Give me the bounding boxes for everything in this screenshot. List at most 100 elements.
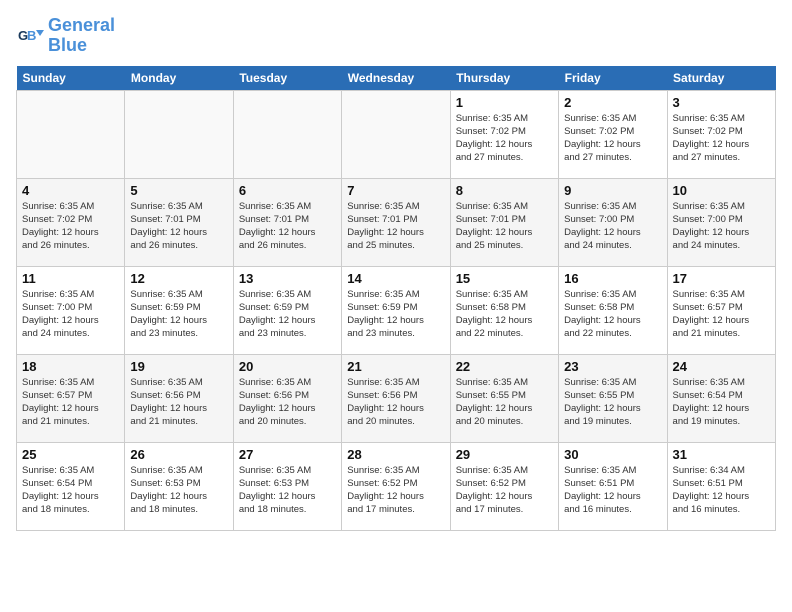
calendar-cell: 6Sunrise: 6:35 AM Sunset: 7:01 PM Daylig…	[233, 178, 341, 266]
calendar-cell: 11 Sunrise: 6:35 AM Sunset: 7:00 PM Dayli…	[17, 266, 125, 354]
day-number: 23	[564, 359, 661, 374]
calendar-cell: 7 Sunrise: 6:35 AM Sunset: 7:01 PM Daylig…	[342, 178, 450, 266]
calendar-cell: 26 Sunrise: 6:35 AM Sunset: 6:53 PM Dayli…	[125, 442, 233, 530]
calendar-cell: 27Sunrise: 6:35 AM Sunset: 6:53 PM Dayli…	[233, 442, 341, 530]
day-number: 3	[673, 95, 770, 110]
day-info: Sunrise: 6:35 AM Sunset: 6:51 PM Dayligh…	[564, 464, 661, 517]
calendar-cell: 19Sunrise: 6:35 AM Sunset: 6:56 PM Dayli…	[125, 354, 233, 442]
calendar-cell	[125, 90, 233, 178]
weekday-header: Tuesday	[233, 66, 341, 91]
day-number: 7	[347, 183, 444, 198]
day-info: Sunrise: 6:35 AM Sunset: 7:01 PM Dayligh…	[456, 200, 553, 253]
day-number: 9	[564, 183, 661, 198]
day-number: 14	[347, 271, 444, 286]
calendar-week: 4 Sunrise: 6:35 AM Sunset: 7:02 PM Daylig…	[17, 178, 776, 266]
day-number: 29	[456, 447, 553, 462]
day-info: Sunrise: 6:35 AM Sunset: 6:56 PM Dayligh…	[239, 376, 336, 429]
page-header: G B General Blue	[16, 16, 776, 56]
calendar-cell: 12 Sunrise: 6:35 AM Sunset: 6:59 PM Dayli…	[125, 266, 233, 354]
day-info: Sunrise: 6:35 AM Sunset: 6:53 PM Dayligh…	[130, 464, 227, 517]
calendar-cell: 4 Sunrise: 6:35 AM Sunset: 7:02 PM Daylig…	[17, 178, 125, 266]
calendar-header: SundayMondayTuesdayWednesdayThursdayFrid…	[17, 66, 776, 91]
day-info: Sunrise: 6:35 AM Sunset: 6:56 PM Dayligh…	[130, 376, 227, 429]
day-number: 4	[22, 183, 119, 198]
day-number: 11	[22, 271, 119, 286]
day-info: Sunrise: 6:35 AM Sunset: 6:52 PM Dayligh…	[347, 464, 444, 517]
day-number: 25	[22, 447, 119, 462]
logo-icon: G B	[16, 22, 44, 50]
svg-text:B: B	[27, 28, 36, 43]
calendar-table: SundayMondayTuesdayWednesdayThursdayFrid…	[16, 66, 776, 531]
day-number: 16	[564, 271, 661, 286]
calendar-cell: 28 Sunrise: 6:35 AM Sunset: 6:52 PM Dayli…	[342, 442, 450, 530]
day-info: Sunrise: 6:35 AM Sunset: 6:57 PM Dayligh…	[22, 376, 119, 429]
day-number: 28	[347, 447, 444, 462]
logo-text2: Blue	[48, 36, 115, 56]
day-info: Sunrise: 6:35 AM Sunset: 7:00 PM Dayligh…	[673, 200, 770, 253]
day-number: 1	[456, 95, 553, 110]
calendar-cell: 2Sunrise: 6:35 AM Sunset: 7:02 PM Daylig…	[559, 90, 667, 178]
calendar-cell: 18Sunrise: 6:35 AM Sunset: 6:57 PM Dayli…	[17, 354, 125, 442]
calendar-week: 18Sunrise: 6:35 AM Sunset: 6:57 PM Dayli…	[17, 354, 776, 442]
day-number: 17	[673, 271, 770, 286]
day-info: Sunrise: 6:35 AM Sunset: 7:02 PM Dayligh…	[22, 200, 119, 253]
calendar-cell: 10 Sunrise: 6:35 AM Sunset: 7:00 PM Dayli…	[667, 178, 775, 266]
calendar-week: 25Sunrise: 6:35 AM Sunset: 6:54 PM Dayli…	[17, 442, 776, 530]
calendar-cell: 30 Sunrise: 6:35 AM Sunset: 6:51 PM Dayli…	[559, 442, 667, 530]
day-number: 30	[564, 447, 661, 462]
day-info: Sunrise: 6:35 AM Sunset: 6:59 PM Dayligh…	[239, 288, 336, 341]
day-info: Sunrise: 6:35 AM Sunset: 6:57 PM Dayligh…	[673, 288, 770, 341]
day-number: 6	[239, 183, 336, 198]
day-number: 20	[239, 359, 336, 374]
calendar-cell: 3 Sunrise: 6:35 AM Sunset: 7:02 PM Daylig…	[667, 90, 775, 178]
day-info: Sunrise: 6:35 AM Sunset: 7:00 PM Dayligh…	[564, 200, 661, 253]
day-number: 15	[456, 271, 553, 286]
day-info: Sunrise: 6:35 AM Sunset: 7:01 PM Dayligh…	[130, 200, 227, 253]
day-number: 5	[130, 183, 227, 198]
calendar-cell: 17 Sunrise: 6:35 AM Sunset: 6:57 PM Dayli…	[667, 266, 775, 354]
day-info: Sunrise: 6:35 AM Sunset: 6:54 PM Dayligh…	[673, 376, 770, 429]
day-info: Sunrise: 6:35 AM Sunset: 6:59 PM Dayligh…	[130, 288, 227, 341]
logo-text: General	[48, 16, 115, 36]
calendar-cell: 14 Sunrise: 6:35 AM Sunset: 6:59 PM Dayli…	[342, 266, 450, 354]
calendar-cell: 13 Sunrise: 6:35 AM Sunset: 6:59 PM Dayli…	[233, 266, 341, 354]
day-number: 21	[347, 359, 444, 374]
day-number: 8	[456, 183, 553, 198]
day-info: Sunrise: 6:35 AM Sunset: 6:58 PM Dayligh…	[456, 288, 553, 341]
day-number: 10	[673, 183, 770, 198]
day-info: Sunrise: 6:35 AM Sunset: 6:56 PM Dayligh…	[347, 376, 444, 429]
calendar-cell: 29 Sunrise: 6:35 AM Sunset: 6:52 PM Dayli…	[450, 442, 558, 530]
calendar-cell: 5 Sunrise: 6:35 AM Sunset: 7:01 PM Daylig…	[125, 178, 233, 266]
logo: G B General Blue	[16, 16, 115, 56]
calendar-cell	[17, 90, 125, 178]
calendar-week: 11 Sunrise: 6:35 AM Sunset: 7:00 PM Dayli…	[17, 266, 776, 354]
day-number: 26	[130, 447, 227, 462]
day-number: 12	[130, 271, 227, 286]
day-info: Sunrise: 6:35 AM Sunset: 6:58 PM Dayligh…	[564, 288, 661, 341]
calendar-cell	[342, 90, 450, 178]
weekday-header: Friday	[559, 66, 667, 91]
weekday-header: Thursday	[450, 66, 558, 91]
day-info: Sunrise: 6:35 AM Sunset: 6:59 PM Dayligh…	[347, 288, 444, 341]
calendar-cell	[233, 90, 341, 178]
day-info: Sunrise: 6:35 AM Sunset: 7:02 PM Dayligh…	[564, 112, 661, 165]
weekday-header: Saturday	[667, 66, 775, 91]
calendar-cell: 23Sunrise: 6:35 AM Sunset: 6:55 PM Dayli…	[559, 354, 667, 442]
day-info: Sunrise: 6:35 AM Sunset: 7:01 PM Dayligh…	[347, 200, 444, 253]
day-number: 13	[239, 271, 336, 286]
calendar-cell: 25Sunrise: 6:35 AM Sunset: 6:54 PM Dayli…	[17, 442, 125, 530]
calendar-cell: 21 Sunrise: 6:35 AM Sunset: 6:56 PM Dayli…	[342, 354, 450, 442]
day-info: Sunrise: 6:35 AM Sunset: 6:55 PM Dayligh…	[456, 376, 553, 429]
calendar-cell: 16 Sunrise: 6:35 AM Sunset: 6:58 PM Dayli…	[559, 266, 667, 354]
day-info: Sunrise: 6:35 AM Sunset: 7:00 PM Dayligh…	[22, 288, 119, 341]
day-number: 27	[239, 447, 336, 462]
weekday-header: Monday	[125, 66, 233, 91]
calendar-cell: 24Sunrise: 6:35 AM Sunset: 6:54 PM Dayli…	[667, 354, 775, 442]
calendar-cell: 8 Sunrise: 6:35 AM Sunset: 7:01 PM Daylig…	[450, 178, 558, 266]
calendar-body: 1 Sunrise: 6:35 AM Sunset: 7:02 PM Daylig…	[17, 90, 776, 530]
calendar-cell: 1Sunrise: 6:35 AM Sunset: 7:02 PM Daylig…	[450, 90, 558, 178]
day-info: Sunrise: 6:35 AM Sunset: 7:02 PM Dayligh…	[673, 112, 770, 165]
calendar-cell: 22Sunrise: 6:35 AM Sunset: 6:55 PM Dayli…	[450, 354, 558, 442]
calendar-week: 1 Sunrise: 6:35 AM Sunset: 7:02 PM Daylig…	[17, 90, 776, 178]
day-info: Sunrise: 6:35 AM Sunset: 6:52 PM Dayligh…	[456, 464, 553, 517]
